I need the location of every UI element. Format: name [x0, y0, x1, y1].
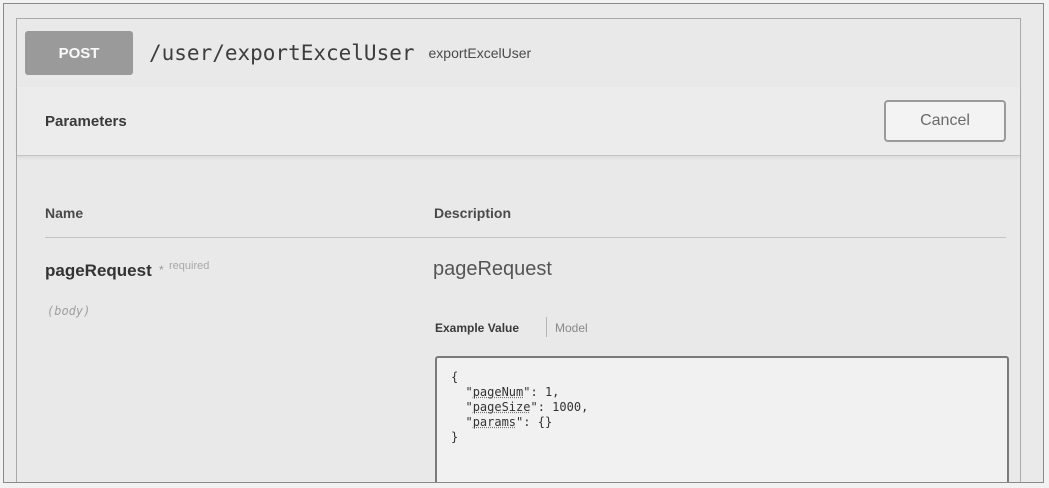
json-value: 1,	[544, 385, 560, 399]
parameter-description: pageRequest	[433, 258, 552, 280]
parameters-header: Parameters Cancel	[17, 87, 1020, 156]
json-key: pageNum	[472, 385, 524, 399]
json-open-brace: {	[451, 370, 459, 384]
json-key: pageSize	[472, 400, 531, 414]
method-badge: POST	[25, 31, 133, 75]
json-close-brace: }	[451, 430, 459, 444]
tab-example-value[interactable]: Example Value	[435, 321, 519, 335]
parameters-table-header: Name Description	[45, 189, 1006, 238]
tab-divider	[546, 317, 547, 337]
operation-block: POST /user/exportExcelUser exportExcelUs…	[16, 18, 1021, 482]
parameters-title: Parameters	[45, 112, 127, 130]
operation-path: /user/exportExcelUser	[149, 41, 415, 65]
example-json: { "pageNum": 1, "pageSize": 1000, "param…	[451, 370, 589, 444]
required-marker: *	[159, 263, 164, 277]
required-label: required	[169, 260, 210, 272]
example-value-box[interactable]: { "pageNum": 1, "pageSize": 1000, "param…	[435, 356, 1009, 482]
json-value: {}	[537, 415, 553, 429]
tab-model[interactable]: Model	[555, 321, 588, 335]
json-value: 1000,	[552, 400, 589, 414]
screenshot-frame: POST /user/exportExcelUser exportExcelUs…	[3, 3, 1044, 483]
column-header-name: Name	[45, 205, 84, 221]
parameter-location: (body)	[47, 304, 91, 318]
json-key: params	[472, 415, 517, 429]
column-header-description: Description	[434, 205, 512, 221]
operation-summary-text: exportExcelUser	[428, 45, 532, 61]
cancel-button[interactable]: Cancel	[884, 100, 1006, 142]
operation-summary[interactable]: POST /user/exportExcelUser exportExcelUs…	[17, 19, 1020, 88]
parameter-name: pageRequest	[45, 261, 152, 280]
